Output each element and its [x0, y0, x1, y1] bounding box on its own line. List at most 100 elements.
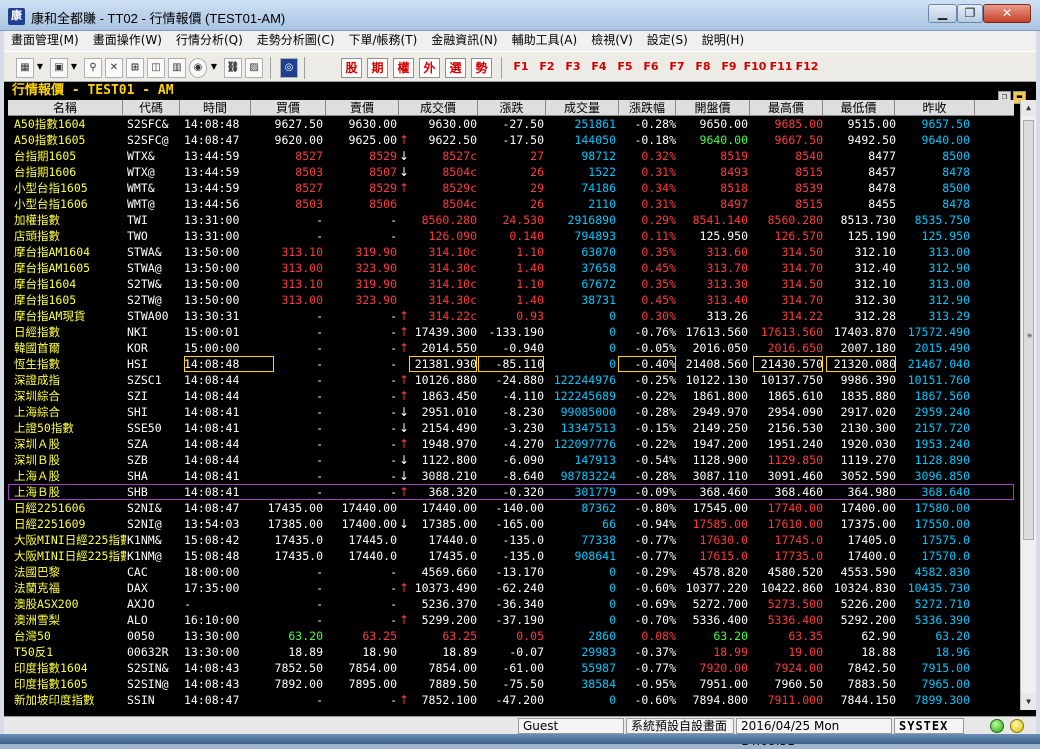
menu-item[interactable]: 畫面操作(W)	[86, 31, 169, 50]
scroll-thumb[interactable]: ≡	[1023, 120, 1034, 540]
column-header-time[interactable]: 時間	[180, 100, 251, 116]
table-row[interactable]: 印度指數1604 S2SIN& 14:08:43 7852.50 7854.00 7854…	[8, 660, 1014, 676]
menu-item[interactable]: 下單/帳務(T)	[342, 31, 425, 50]
picture-icon[interactable]: ▨	[245, 58, 263, 78]
function-key-button[interactable]: F4	[587, 58, 611, 78]
table-row[interactable]: 摩台指1605 S2TW@ 13:50:00 313.00 323.90 314.30c 1…	[8, 292, 1014, 308]
table-row[interactable]: 印度指數1605 S2SIN@ 14:08:43 7892.00 7895.00 7889…	[8, 676, 1014, 692]
brand-logo-icon[interactable]: ◎	[280, 58, 298, 78]
menu-item[interactable]: 走勢分析圖(C)	[250, 31, 342, 50]
scroll-up-icon[interactable]: ▲	[1021, 100, 1036, 116]
table-row[interactable]: 日經2251606 S2NI& 14:08:47 17435.00 17440.00 17…	[8, 500, 1014, 516]
menu-item[interactable]: 輔助工具(A)	[505, 31, 585, 50]
table-row[interactable]: 日經指數 NKI 15:00:01- - ↑ 17439.300 -133.190 0 -0.7…	[8, 324, 1014, 340]
columns-icon[interactable]: ▥	[168, 58, 186, 78]
column-header-open[interactable]: 開盤價	[676, 100, 750, 116]
function-key-button[interactable]: F12	[795, 58, 819, 78]
menu-item[interactable]: 檢視(V)	[584, 31, 640, 50]
table-row[interactable]: 深證成指 SZSC1 14:08:44- - ↑ 10126.880 -24.880 1222…	[8, 372, 1014, 388]
function-key-button[interactable]: F11	[769, 58, 793, 78]
function-key-button[interactable]: F8	[691, 58, 715, 78]
function-key-button[interactable]: F1	[509, 58, 533, 78]
table-row[interactable]: 台灣50 0050 13:30:00 63.20 63.25 63.25 0.05 2860 0…	[8, 628, 1014, 644]
table-row[interactable]: 加權指數 TWI 13:31:00- -8560.280 24.530 2916890 0.…	[8, 212, 1014, 228]
column-header-low[interactable]: 最低價	[823, 100, 895, 116]
table-row[interactable]: 法國巴黎 CAC 18:00:00- -4569.660 -13.170 0 -0.29% 4…	[8, 564, 1014, 580]
chevron-down-icon[interactable]: ▼	[35, 58, 45, 78]
table-row[interactable]: 店頭指數 TWO 13:31:00- -126.090 0.140 794893 0.11%…	[8, 228, 1014, 244]
tile-icon[interactable]: ⊞	[126, 58, 144, 78]
chevron-down-icon[interactable]: ▼	[69, 58, 79, 78]
link-icon[interactable]: ⛓	[224, 58, 242, 78]
function-key-button[interactable]: F2	[535, 58, 559, 78]
column-header-code[interactable]: 代碼	[123, 100, 180, 116]
column-header-high[interactable]: 最高價	[750, 100, 823, 116]
function-key-button[interactable]: F9	[717, 58, 741, 78]
quick-key-button[interactable]: 選	[445, 58, 466, 78]
table-row[interactable]: 小型台指1605 WMT& 13:44:59 8527 8529 ↑ 8529c 29 7418…	[8, 180, 1014, 196]
globe-icon[interactable]: ◉	[189, 58, 207, 78]
menu-item[interactable]: 行情分析(Q)	[169, 31, 250, 50]
table-row[interactable]: 深圳Ａ股 SZA 14:08:44- - ↑ 1948.970 -4.270 12209777…	[8, 436, 1014, 452]
table-row[interactable]: 摩台指AM現貨 STWA00 13:30:31- - ↑ 314.22c 0.93 0 0.30…	[8, 308, 1014, 324]
quick-key-button[interactable]: 期	[367, 58, 388, 78]
table-row[interactable]: 台指期1606 WTX@ 13:44:59 8503 8507 ↓ 8504c 26 1522 0…	[8, 164, 1014, 180]
minimize-button[interactable]: ▁	[928, 4, 957, 23]
title-bar[interactable]: 康 康和全都賺 - TT02 - 行情報價 (TEST01-AM) ▁ ❐ ✕	[0, 0, 1040, 31]
table-row[interactable]: 日經2251609 S2NI@ 13:54:03 17385.00 17400.00 ↓ 1…	[8, 516, 1014, 532]
function-key-button[interactable]: F3	[561, 58, 585, 78]
table-row[interactable]: 上海Ｂ股 SHB 14:08:41- - ↑ 368.320 -0.320 301779 -0.…	[8, 484, 1014, 500]
column-header-chg[interactable]: 漲跌	[478, 100, 546, 116]
table-row[interactable]: 上海綜合 SHI 14:08:41- - ↓ 2951.010 -8.230 99085000…	[8, 404, 1014, 420]
chevron-down-icon[interactable]: ▼	[209, 58, 219, 78]
close-window-icon[interactable]: ✕	[105, 58, 123, 78]
table-row[interactable]: 深圳綜合 SZI 14:08:44- - ↑ 1863.450 -4.110 12224568…	[8, 388, 1014, 404]
menu-item[interactable]: 金融資訊(N)	[424, 31, 504, 50]
search-icon[interactable]: ⚲	[84, 58, 102, 78]
table-row[interactable]: T50反1 00632R 13:30:00 18.89 18.90 18.89 -0.07 2…	[8, 644, 1014, 660]
scroll-down-icon[interactable]: ▼	[1021, 694, 1036, 710]
function-key-button[interactable]: F5	[613, 58, 637, 78]
column-header-last[interactable]: 成交價	[399, 100, 478, 116]
table-row[interactable]: 摩台指AM1604 STWA& 13:50:00 313.10 319.90 314.10…	[8, 244, 1014, 260]
table-row[interactable]: 韓國首爾 KOR 15:00:00- - ↑ 2014.550 -0.940 0 -0.05% 2…	[8, 340, 1014, 356]
table-row[interactable]: A50指數1605 S2SFC@ 14:08:47 9620.00 9625.00 ↑ 96…	[8, 132, 1014, 148]
table-row[interactable]: 上海Ａ股 SHA 14:08:41- - ↓ 3088.210 -8.640 98783224…	[8, 468, 1014, 484]
table-row[interactable]: 新加坡印度指數 SSIN 14:08:47- - ↑ 7852.100 -47.200 0 -0…	[8, 692, 1014, 708]
close-button[interactable]: ✕	[983, 4, 1031, 23]
menu-item[interactable]: 設定(S)	[640, 31, 695, 50]
column-header-name[interactable]: 名稱	[8, 100, 123, 116]
table-row[interactable]: 澳股ASX200 AXJO - - -5236.370 -36.340 0 -0.69% 527…	[8, 596, 1014, 612]
table-row[interactable]: 大阪MINI日經225指數 K1NM@ 15:08:48 17435.0 17440.0…	[8, 548, 1014, 564]
table-row[interactable]: 法蘭克福 DAX 17:35:00- - ↑ 10373.490 -62.240 0 -0.60…	[8, 580, 1014, 596]
monitor-icon[interactable]: ▣	[50, 58, 68, 78]
table-row[interactable]: 台指期1605 WTX& 13:44:59 8527 8529 ↓ 8527c 27 98712…	[8, 148, 1014, 164]
screen-icon[interactable]: ▦	[16, 58, 34, 78]
quick-key-button[interactable]: 權	[393, 58, 414, 78]
menu-item[interactable]: 說明(H)	[695, 31, 751, 50]
table-row[interactable]: 摩台指AM1605 STWA@ 13:50:00 313.00 323.90 314.30…	[8, 260, 1014, 276]
vertical-scrollbar[interactable]: ▲ ≡ ▼	[1020, 100, 1036, 710]
split-icon[interactable]: ◫	[147, 58, 165, 78]
table-row[interactable]: 恆生指數 HSI 14:08:48- -21381.930 -85.110 0 -0.40%…	[8, 356, 1014, 372]
quick-key-button[interactable]: 勢	[471, 58, 492, 78]
table-row[interactable]: A50指數1604 S2SFC& 14:08:48 9627.50 9630.00 963…	[8, 116, 1014, 132]
column-header-pct[interactable]: 漲跌幅	[619, 100, 676, 116]
maximize-button[interactable]: ❐	[957, 4, 983, 23]
table-row[interactable]: 上證50指數 SSE50 14:08:41- - ↓ 2154.490 -3.230 1334…	[8, 420, 1014, 436]
table-row[interactable]: 大阪MINI日經225指數 K1NM& 15:08:42 17435.0 17445.0…	[8, 532, 1014, 548]
table-row[interactable]: 澳洲雪梨 ALO 16:10:00- - ↑ 5299.200 -37.190 0 -0.70%…	[8, 612, 1014, 628]
function-key-button[interactable]: F7	[665, 58, 689, 78]
table-row[interactable]: 深圳Ｂ股 SZB 14:08:44- - ↓ 1122.800 -6.090 147913 -0…	[8, 452, 1014, 468]
column-header-ask[interactable]: 賣價	[326, 100, 399, 116]
column-header-vol[interactable]: 成交量	[546, 100, 619, 116]
quick-key-button[interactable]: 股	[341, 58, 362, 78]
menu-item[interactable]: 畫面管理(M)	[4, 31, 86, 50]
function-key-button[interactable]: F10	[743, 58, 767, 78]
column-header-bid[interactable]: 買價	[251, 100, 326, 116]
table-row[interactable]: 小型台指1606 WMT@ 13:44:56 8503 8506 8504c 26 2110 0…	[8, 196, 1014, 212]
table-row[interactable]: 摩台指1604 S2TW& 13:50:00 313.10 319.90 314.10c 1…	[8, 276, 1014, 292]
quick-key-button[interactable]: 外	[419, 58, 440, 78]
function-key-button[interactable]: F6	[639, 58, 663, 78]
column-header-prev[interactable]: 昨收	[895, 100, 975, 116]
